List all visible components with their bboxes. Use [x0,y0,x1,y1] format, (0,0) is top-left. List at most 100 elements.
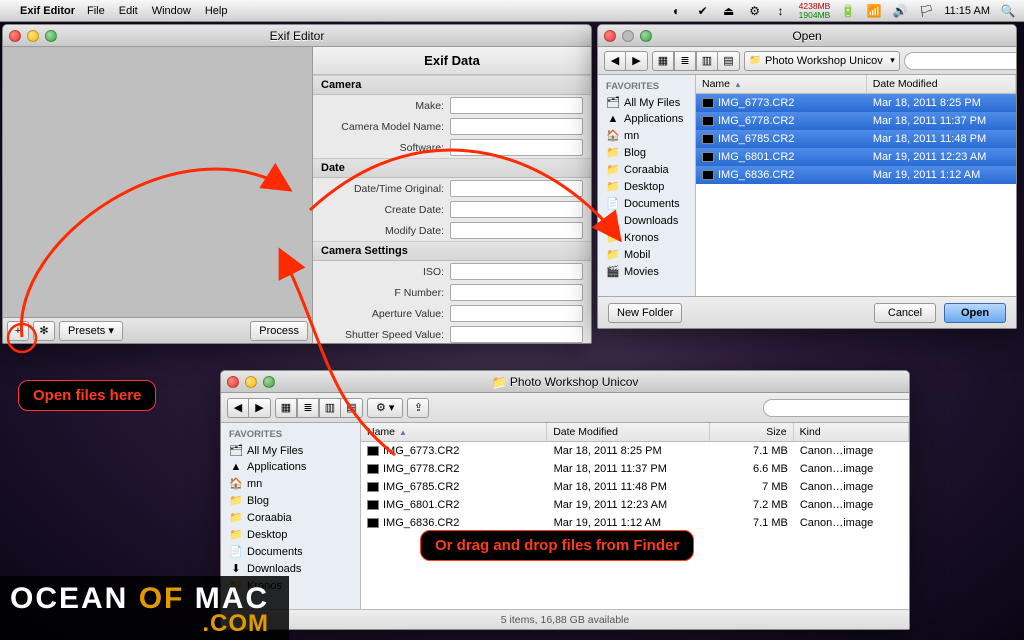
file-row[interactable]: IMG_6836.CR2Mar 19, 2011 1:12 AM [696,166,1016,184]
action-menu-button[interactable]: ⚙ ▾ [367,398,403,418]
menubar-clock[interactable]: 11:15 AM [944,5,990,17]
flag-icon[interactable]: 🏳 [918,4,934,18]
file-row[interactable]: IMG_6785.CR2Mar 18, 2011 11:48 PM [696,130,1016,148]
search-input[interactable] [763,399,910,417]
location-popup[interactable]: Photo Workshop Unicov [744,51,900,71]
menu-edit[interactable]: Edit [119,5,138,17]
sidebar-item[interactable]: 📄Documents [221,543,360,560]
presets-button[interactable]: Presets ▾ [59,321,123,341]
close-icon[interactable] [9,30,21,42]
sidebar-item[interactable]: 🗂All My Files [221,442,360,459]
file-row[interactable]: IMG_6778.CR2Mar 18, 2011 11:37 PM6.6 MBC… [361,460,909,478]
close-icon[interactable] [227,376,239,388]
view-column-button[interactable]: ▥ [696,51,718,71]
sidebar-item[interactable]: ▲Applications [598,111,695,127]
forward-button[interactable]: ▶ [626,51,648,71]
sidebar-item[interactable]: 📁Mobil [598,246,695,263]
view-icon-button[interactable]: ▦ [652,51,674,71]
column-kind[interactable]: Kind [794,423,909,441]
model-input[interactable] [450,118,583,135]
process-button[interactable]: Process [250,321,308,341]
sidebar-item[interactable]: 📁Coraabia [598,161,695,178]
sidebar-item[interactable]: ⬇Downloads [598,212,695,229]
minimize-icon[interactable] [27,30,39,42]
view-coverflow-button[interactable]: ▤ [718,51,740,71]
search-input[interactable] [904,52,1017,70]
file-row[interactable]: IMG_6778.CR2Mar 18, 2011 11:37 PM [696,112,1016,130]
wifi-icon[interactable]: 📶 [866,4,882,18]
status-icon[interactable]: ↕ [773,4,789,18]
sidebar-item[interactable]: 📁Coraabia [221,509,360,526]
create-date-input[interactable] [450,201,583,218]
view-list-button[interactable]: ≣ [674,51,696,71]
sidebar-item[interactable]: 🎬Movies [598,263,695,280]
titlebar[interactable]: 📁 Photo Workshop Unicov [221,371,909,393]
dt-original-input[interactable] [450,180,583,197]
minimize-icon[interactable] [245,376,257,388]
column-date[interactable]: Date Modified [547,423,710,441]
file-row[interactable]: IMG_6801.CR2Mar 19, 2011 12:23 AM [696,148,1016,166]
iso-input[interactable] [450,263,583,280]
open-button[interactable]: Open [944,303,1006,323]
zoom-icon[interactable] [45,30,57,42]
column-size[interactable]: Size [710,423,794,441]
status-icon[interactable]: ◐ [669,4,685,18]
sidebar-item[interactable]: 🏠mn [221,475,360,492]
sidebar-item[interactable]: 📁Desktop [221,526,360,543]
file-row[interactable]: IMG_6785.CR2Mar 18, 2011 11:48 PM7 MBCan… [361,478,909,496]
software-input[interactable] [450,139,583,156]
sidebar-item[interactable]: 🗂All My Files [598,94,695,111]
battery-icon[interactable]: 🔋 [840,4,856,18]
column-name[interactable]: Name [696,75,867,93]
spotlight-icon[interactable]: 🔍 [1000,4,1016,18]
action-button[interactable]: ✻ [33,321,55,341]
zoom-icon[interactable] [263,376,275,388]
cancel-button[interactable]: Cancel [874,303,936,323]
sidebar-item[interactable]: 📁Desktop [598,178,695,195]
view-column-button[interactable]: ▥ [319,398,341,418]
menu-window[interactable]: Window [152,5,191,17]
view-icon-button[interactable]: ▦ [275,398,297,418]
file-row[interactable]: IMG_6773.CR2Mar 18, 2011 8:25 PM7.1 MBCa… [361,442,909,460]
close-icon[interactable] [604,30,616,42]
file-row[interactable]: IMG_6801.CR2Mar 19, 2011 12:23 AM7.2 MBC… [361,496,909,514]
forward-button[interactable]: ▶ [249,398,271,418]
sidebar-item-label: All My Files [624,97,680,109]
column-date[interactable]: Date Modified [867,75,1016,93]
share-button[interactable]: ⇪ [407,398,429,418]
make-input[interactable] [450,97,583,114]
exif-scroll[interactable]: Camera Make: Camera Model Name: Software… [313,75,591,343]
status-icon[interactable]: ⚙ [747,4,763,18]
status-icon[interactable]: ⏏ [721,4,737,18]
sidebar-item[interactable]: 📄Documents [598,195,695,212]
status-icon[interactable]: ✔ [695,4,711,18]
sidebar-item[interactable]: ⬇Downloads [221,560,360,577]
zoom-icon[interactable] [640,30,652,42]
menu-file[interactable]: File [87,5,105,17]
file-list[interactable]: Name Date Modified Size Kind IMG_6773.CR… [361,423,909,609]
sidebar-item[interactable]: 📁Kronos [598,229,695,246]
view-list-button[interactable]: ≣ [297,398,319,418]
file-list[interactable]: Name Date Modified IMG_6773.CR2Mar 18, 2… [696,75,1016,296]
add-button[interactable]: + [7,321,29,341]
modify-date-input[interactable] [450,222,583,239]
sidebar-item[interactable]: ▲Applications [221,459,360,475]
view-coverflow-button[interactable]: ▤ [341,398,363,418]
fnumber-input[interactable] [450,284,583,301]
file-row[interactable]: IMG_6773.CR2Mar 18, 2011 8:25 PM [696,94,1016,112]
new-folder-button[interactable]: New Folder [608,303,682,323]
column-name[interactable]: Name [361,423,547,441]
menu-help[interactable]: Help [205,5,228,17]
titlebar[interactable]: Exif Editor [3,25,591,47]
aperture-input[interactable] [450,305,583,322]
volume-icon[interactable]: 🔊 [892,4,908,18]
sidebar-item[interactable]: 🏠mn [598,127,695,144]
titlebar[interactable]: Open [598,25,1016,47]
sidebar-item[interactable]: 📁Blog [221,492,360,509]
image-drop-area[interactable]: + ✻ Presets ▾ Process [3,47,313,343]
sidebar-item[interactable]: 📁Blog [598,144,695,161]
app-menu[interactable]: Exif Editor [20,5,75,17]
back-button[interactable]: ◀ [604,51,626,71]
shutter-input[interactable] [450,326,583,343]
back-button[interactable]: ◀ [227,398,249,418]
